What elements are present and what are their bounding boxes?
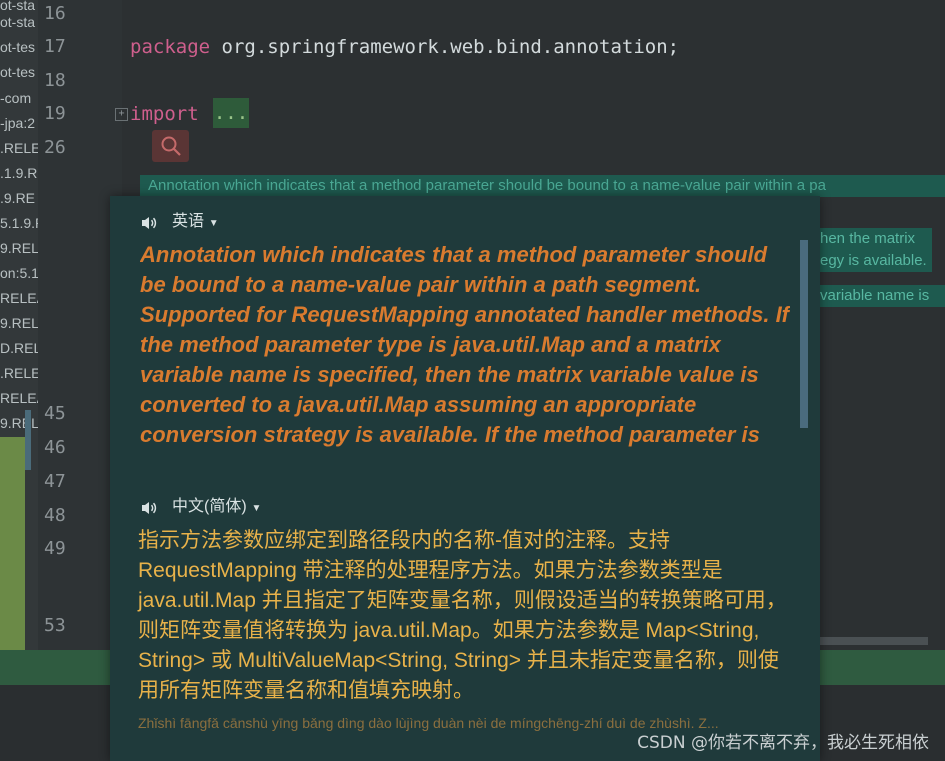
target-language-select[interactable]: 中文(简体) ▼	[172, 494, 261, 522]
search-icon[interactable]	[152, 130, 189, 162]
tree-item[interactable]: ot-tes	[0, 60, 38, 85]
chevron-down-icon: ▼	[248, 503, 262, 514]
package-name: org.springframework.web.bind.annotation;	[210, 36, 680, 58]
package-statement: package org.springframework.web.bind.ann…	[130, 33, 679, 61]
line-number: 16	[44, 3, 66, 24]
source-language-label: 英语	[172, 213, 205, 230]
chevron-down-icon: ▼	[206, 218, 219, 229]
target-language-label: 中文(简体)	[172, 498, 247, 515]
speaker-icon[interactable]	[140, 499, 158, 517]
import-keyword: import	[130, 103, 199, 125]
tree-item[interactable]: ot-sta	[0, 10, 38, 35]
tree-item[interactable]: .RELE	[0, 361, 38, 386]
tree-item[interactable]: ot-tes	[0, 35, 38, 60]
tree-item[interactable]: 9.REL	[0, 411, 38, 436]
popup-scrollbar[interactable]	[800, 240, 808, 428]
doc-fragment: egy is available.	[820, 252, 927, 269]
tree-item[interactable]: .9.RE	[0, 186, 38, 211]
source-text: Annotation which indicates that a method…	[140, 242, 790, 447]
line-number: 26	[44, 137, 66, 158]
line-number: 49	[44, 538, 66, 559]
tree-item[interactable]: on:5.1	[0, 261, 38, 286]
tree-scrollbar[interactable]	[25, 410, 31, 470]
tree-item[interactable]: .1.9.R	[0, 161, 38, 186]
source-language-row: 英语 ▼	[140, 210, 219, 236]
tree-item[interactable]: 9.REL	[0, 236, 38, 261]
target-language-row: 中文(简体) ▼	[140, 495, 261, 521]
translation-popup: 英语 ▼ Annotation which indicates that a m…	[110, 196, 820, 761]
tree-item[interactable]: .RELE	[0, 136, 38, 161]
tree-item[interactable]: RELEA	[0, 386, 38, 411]
translated-text: 指示方法参数应绑定到路径段内的名称-值对的注释。支持 RequestMappin…	[138, 529, 787, 702]
line-number: 47	[44, 471, 66, 492]
tree-item[interactable]: 9.REL	[0, 311, 38, 336]
source-language-select[interactable]: 英语 ▼	[172, 209, 219, 237]
project-tree: ot-sta ot-sta ot-tes ot-tes -com -jpa:2 …	[0, 0, 38, 650]
rendered-doc-comment-right: hen the matrix egy is available.	[820, 228, 932, 272]
line-number: 19	[44, 103, 66, 124]
line-number: 17	[44, 36, 66, 57]
doc-fragment: hen the matrix	[820, 230, 916, 247]
rendered-doc-comment-right: variable name is	[820, 285, 945, 307]
tree-selection-highlight	[0, 437, 25, 650]
tree-item[interactable]: D.REL	[0, 336, 38, 361]
fold-expand-icon[interactable]: +	[115, 108, 128, 121]
watermark: CSDN @你若不离不弃，我必生死相依	[637, 733, 929, 753]
line-number: 45	[44, 403, 66, 424]
tree-item[interactable]: 5.1.9.R	[0, 211, 38, 236]
rendered-doc-comment: Annotation which indicates that a method…	[140, 175, 945, 197]
tree-item[interactable]: RELEA	[0, 286, 38, 311]
line-number: 18	[44, 70, 66, 91]
tree-item[interactable]: -com	[0, 86, 38, 111]
line-number: 46	[44, 437, 66, 458]
tree-item[interactable]: -jpa:2	[0, 111, 38, 136]
package-keyword: package	[130, 36, 211, 58]
line-number: 53	[44, 615, 66, 636]
line-number: 48	[44, 505, 66, 526]
import-statement: import	[130, 100, 199, 128]
horizontal-scrollbar[interactable]	[820, 637, 928, 645]
collapsed-imports[interactable]: ...	[213, 98, 249, 128]
speaker-icon[interactable]	[140, 214, 158, 232]
